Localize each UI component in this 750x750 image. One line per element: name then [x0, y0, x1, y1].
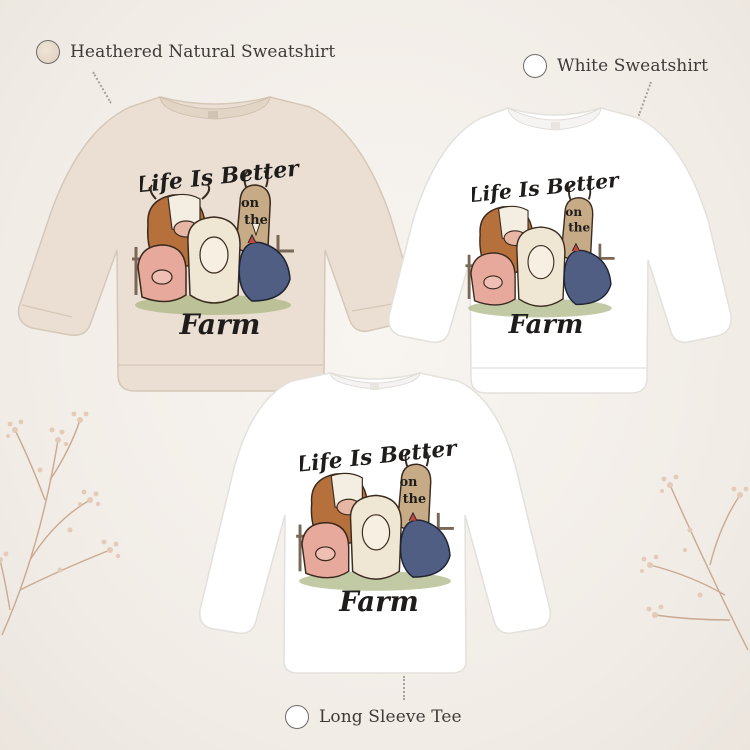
design-line1: Life Is Better — [140, 155, 300, 198]
design-line3: the — [403, 492, 426, 507]
label-heathered-natural-text: Heathered Natural Sweatshirt — [70, 42, 336, 62]
label-long-sleeve-tee: Long Sleeve Tee — [285, 705, 462, 729]
label-white-sweatshirt: White Sweatshirt — [523, 54, 708, 78]
design-line1: Life Is Better — [472, 168, 620, 208]
print-text-1: Life Is Better on the Farm — [140, 155, 300, 341]
label-long-sleeve-tee-text: Long Sleeve Tee — [319, 707, 462, 727]
product-mockup: Life Is Better on the Farm Life Is Bette… — [0, 0, 750, 750]
print-text-2: Life Is Better on the Farm — [472, 168, 620, 340]
design-line3: the — [568, 220, 590, 234]
dried-flower-left-icon — [0, 411, 121, 636]
design-line1: Life Is Better — [300, 436, 458, 478]
label-heathered-natural: Heathered Natural Sweatshirt — [36, 40, 335, 64]
print-text-3: Life Is Better on the Farm — [300, 436, 458, 618]
dried-flower-right-icon — [640, 474, 749, 651]
design-line4: Farm — [338, 586, 419, 618]
swatch-circle-icon — [523, 54, 547, 78]
swatch-circle-icon — [285, 705, 309, 729]
swatch-circle-icon — [36, 40, 60, 64]
design-line4: Farm — [179, 308, 261, 341]
design-line3: the — [244, 213, 268, 228]
design-line2: on — [400, 475, 419, 490]
design-line4: Farm — [508, 310, 584, 340]
design-line2: on — [241, 196, 260, 211]
design-line2: on — [565, 205, 582, 219]
label-white-sweatshirt-text: White Sweatshirt — [557, 56, 709, 76]
connector-line — [403, 676, 405, 700]
